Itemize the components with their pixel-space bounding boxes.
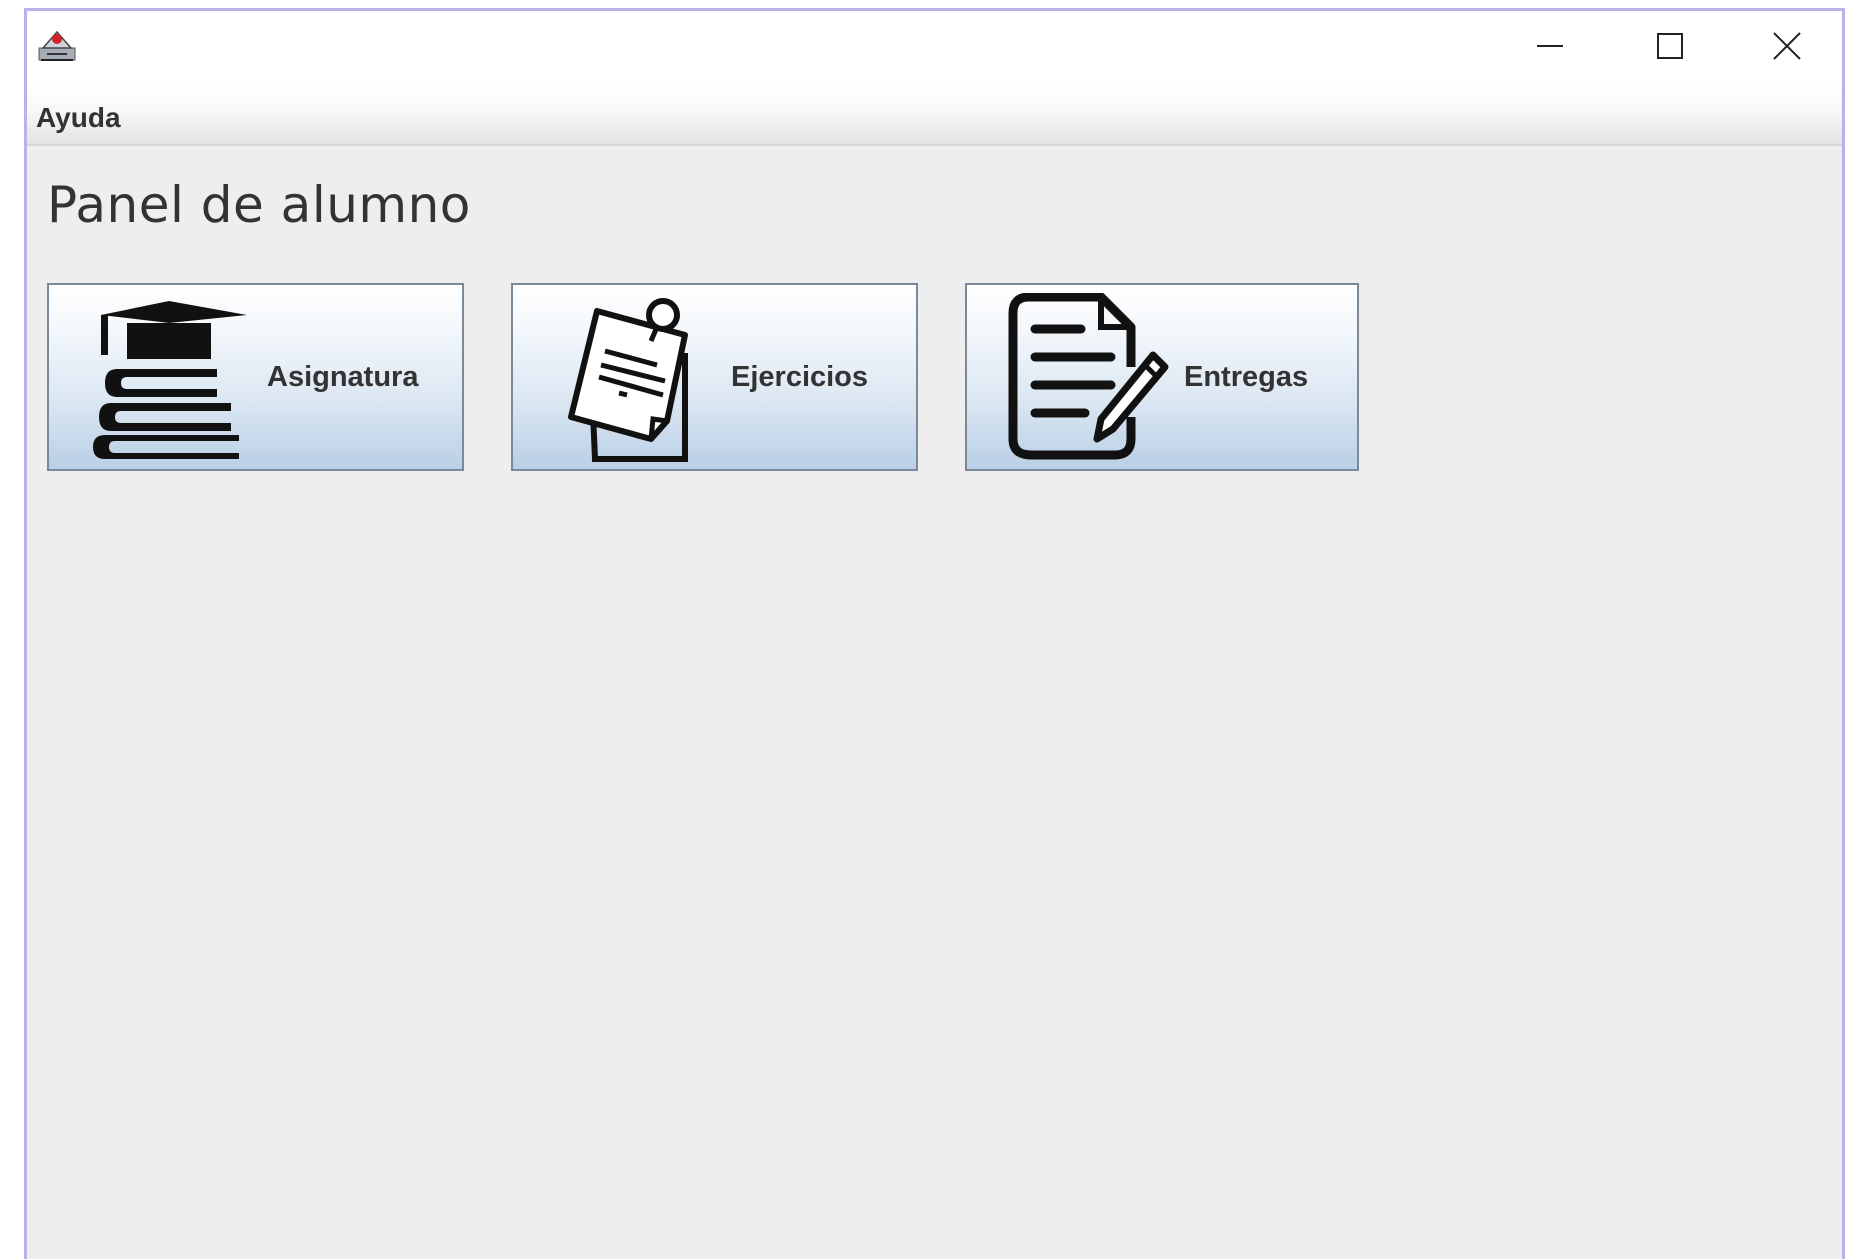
close-button[interactable] [1727, 11, 1847, 85]
java-app-icon [37, 24, 77, 64]
maximize-icon [1655, 31, 1685, 66]
student-panel: Panel de alumno Asignatura Ejercicios En… [27, 146, 1842, 1259]
page-title: Panel de alumno [47, 176, 471, 234]
entregas-label: Entregas [1184, 361, 1309, 393]
ejercicios-label: Ejercicios [731, 361, 869, 393]
minimize-icon [1535, 31, 1565, 66]
graduation-books-icon [89, 293, 259, 468]
minimize-button[interactable] [1490, 11, 1610, 85]
document-pen-icon [1005, 292, 1175, 468]
close-icon [1771, 30, 1803, 67]
menu-ayuda[interactable]: Ayuda [32, 102, 125, 134]
menu-bar: Ayuda [27, 85, 1842, 146]
title-bar[interactable] [27, 11, 1842, 85]
asignatura-button[interactable]: Asignatura [47, 283, 464, 471]
ejercicios-button[interactable]: Ejercicios [511, 283, 918, 471]
entregas-button[interactable]: Entregas [965, 283, 1359, 471]
pinned-note-icon [567, 293, 707, 468]
asignatura-label: Asignatura [267, 361, 419, 393]
maximize-button[interactable] [1610, 11, 1730, 85]
app-window: Ayuda Panel de alumno Asignatura Ejercic… [24, 8, 1845, 1259]
